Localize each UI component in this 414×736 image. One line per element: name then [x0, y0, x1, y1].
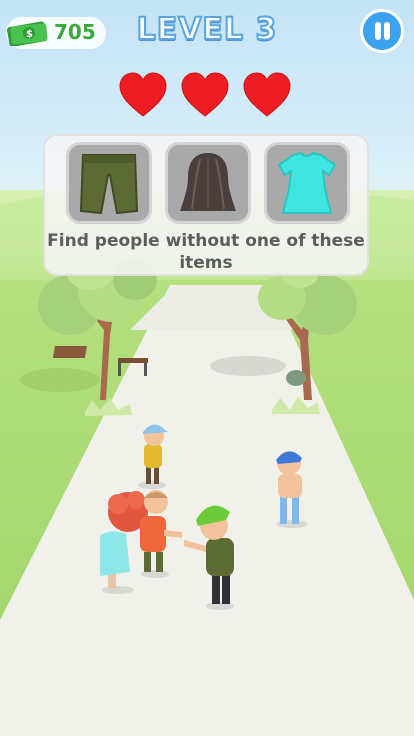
lives-hearts — [0, 72, 414, 122]
item-card-shorts — [66, 142, 152, 224]
level-title: LEVEL 3 — [136, 11, 278, 48]
task-panel: Find people without one of these items — [43, 134, 369, 276]
heart-icon — [243, 72, 291, 117]
hud: $ 705 LEVEL 3 — [0, 0, 414, 130]
item-card-dress — [264, 142, 350, 224]
dress-icon — [277, 151, 337, 214]
shorts-icon — [79, 154, 139, 215]
heart-icon — [181, 72, 229, 117]
hair-icon — [180, 153, 236, 211]
pause-button[interactable] — [360, 9, 404, 53]
task-prompt: Find people without one of these items — [47, 231, 365, 273]
item-card-hair — [165, 142, 251, 224]
pause-icon — [375, 22, 381, 40]
heart-icon — [119, 72, 167, 117]
